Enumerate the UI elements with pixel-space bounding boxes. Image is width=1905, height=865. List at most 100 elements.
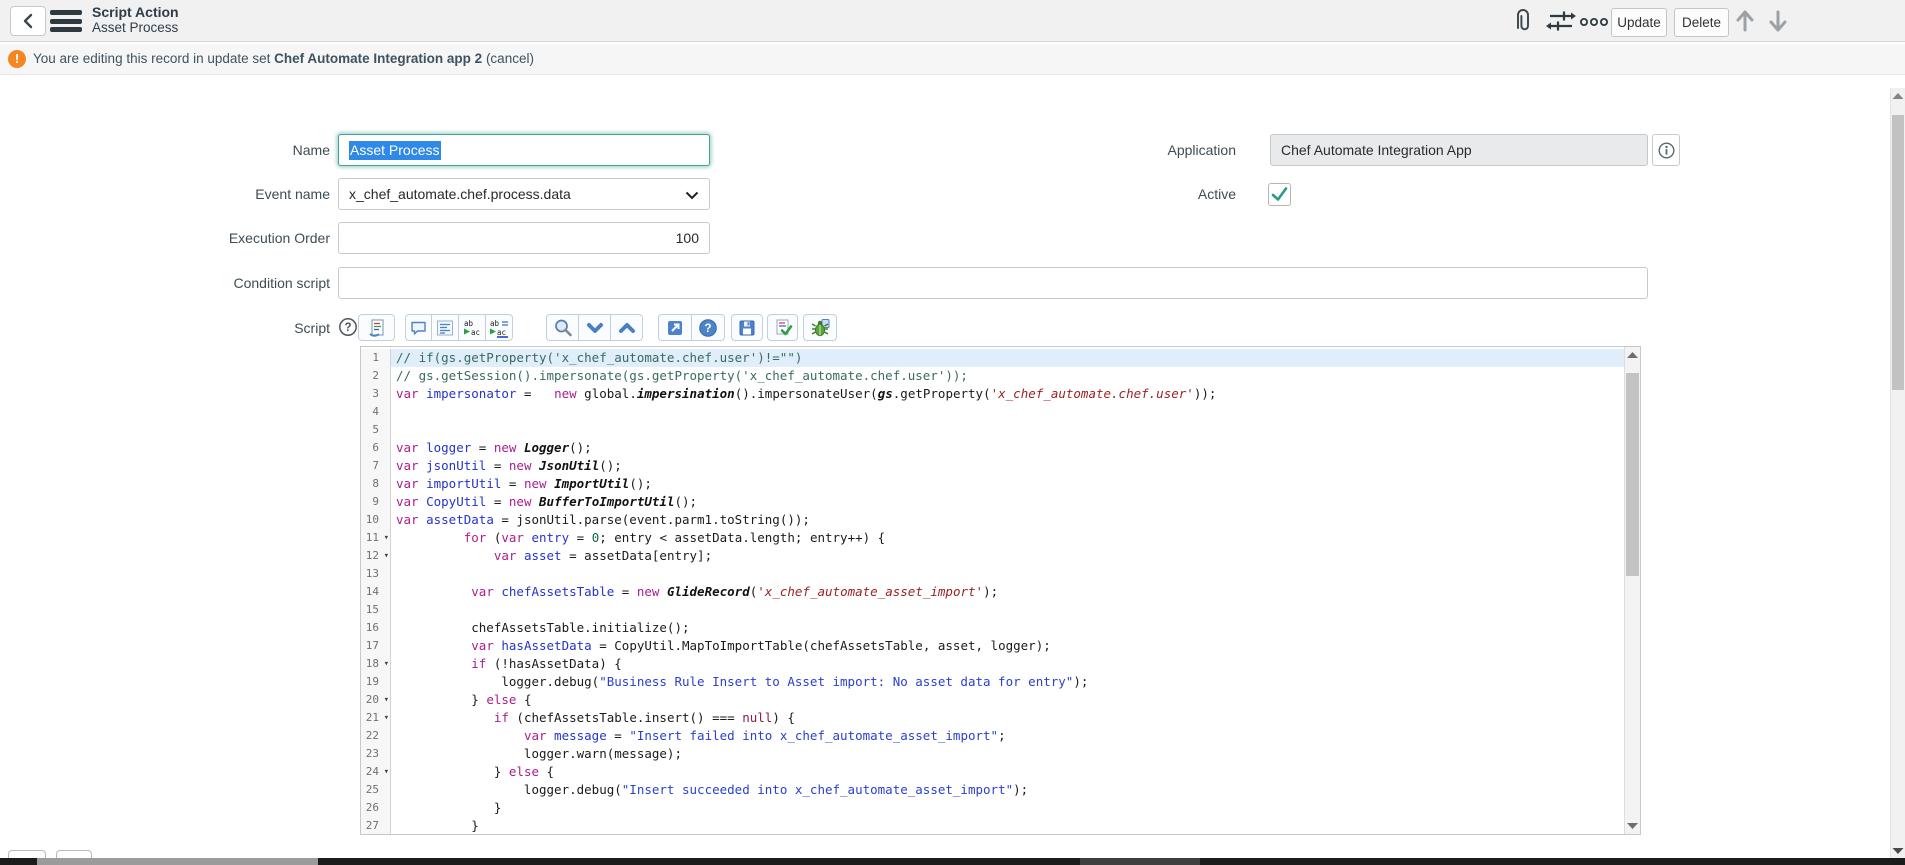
name-input[interactable]: Asset Process	[338, 134, 710, 166]
svg-text:?: ?	[704, 323, 711, 335]
code-text[interactable]: var assetData = jsonUtil.parse(event.par…	[391, 511, 1640, 529]
code-text[interactable]: chefAssetsTable.initialize();	[391, 619, 1640, 637]
fold-arrow-icon[interactable]: ▾	[384, 709, 389, 727]
replace-icon: ab ac	[462, 318, 482, 338]
code-line: 26 }	[361, 799, 1640, 817]
page-scrollbar-thumb[interactable]	[1892, 115, 1904, 390]
editor-help-button[interactable]: ?	[692, 314, 725, 341]
editor-scrollbar[interactable]	[1624, 347, 1640, 834]
bottom-scrollbar[interactable]	[0, 858, 1905, 865]
condition-script-input[interactable]	[338, 267, 1648, 299]
line-number: 3	[361, 385, 391, 403]
replace-button[interactable]: ab ac	[459, 314, 486, 341]
code-text[interactable]: if (chefAssetsTable.insert() === null) {	[391, 709, 1640, 727]
save-button[interactable]	[731, 314, 763, 341]
next-record-button[interactable]	[1768, 8, 1788, 34]
event-name-label: Event name	[100, 186, 330, 203]
replace-all-button[interactable]: ab ac	[486, 314, 513, 341]
event-name-select[interactable]: x_chef_automate.chef.process.data	[338, 178, 710, 210]
scroll-down-icon[interactable]	[1625, 822, 1640, 830]
code-text[interactable]: if (!hasAssetData) {	[391, 655, 1640, 673]
application-info-button[interactable]	[1652, 134, 1680, 166]
svg-text:?: ?	[344, 322, 351, 334]
fullscreen-button[interactable]	[658, 314, 692, 341]
line-number: 8	[361, 475, 391, 493]
line-number: 12▾	[361, 547, 391, 565]
code-text[interactable]: // if(gs.getProperty('x_chef_automate.ch…	[391, 349, 1640, 367]
fold-arrow-icon[interactable]: ▾	[384, 691, 389, 709]
code-text[interactable]: for (var entry = 0; entry < assetData.le…	[391, 529, 1640, 547]
find-previous-button[interactable]	[611, 314, 643, 341]
header-bar: Script Action Asset Process Update Delet…	[0, 0, 1905, 42]
bottom-scrollbar-thumb[interactable]	[37, 858, 318, 865]
page-scrollbar[interactable]	[1890, 88, 1905, 858]
notice-text: You are editing this record in update se…	[33, 44, 534, 74]
cancel-link[interactable]: (cancel)	[482, 51, 534, 66]
code-line: 25 logger.debug("Insert succeeded into x…	[361, 781, 1640, 799]
syntax-check-button[interactable]	[767, 314, 798, 341]
line-number: 22	[361, 727, 391, 745]
search-button[interactable]	[546, 314, 579, 341]
code-text[interactable]: } else {	[391, 763, 1640, 781]
code-text[interactable]	[391, 601, 1640, 619]
toggle-comment-button[interactable]	[405, 314, 432, 341]
code-text[interactable]: }	[391, 799, 1640, 817]
menu-icon[interactable]	[50, 10, 82, 32]
help-icon[interactable]: ?	[338, 317, 358, 337]
active-checkbox[interactable]	[1268, 183, 1291, 206]
back-button[interactable]	[10, 6, 46, 36]
code-text[interactable]: var CopyUtil = new BufferToImportUtil();	[391, 493, 1640, 511]
script-code-editor[interactable]: 1// if(gs.getProperty('x_chef_automate.c…	[360, 346, 1641, 835]
personalize-form-icon[interactable]	[1546, 9, 1576, 33]
syntax-check-icon	[773, 318, 793, 338]
code-text[interactable]: var importUtil = new ImportUtil();	[391, 475, 1640, 493]
code-text[interactable]	[391, 403, 1640, 421]
format-code-button[interactable]	[432, 314, 459, 341]
update-button[interactable]: Update	[1611, 8, 1667, 37]
code-text[interactable]: var asset = assetData[entry];	[391, 547, 1640, 565]
code-text[interactable]: var jsonUtil = new JsonUtil();	[391, 457, 1640, 475]
svg-text:ac: ac	[497, 328, 506, 337]
script-debugger-button[interactable]	[803, 314, 837, 341]
code-text[interactable]: var hasAssetData = CopyUtil.MapToImportT…	[391, 637, 1640, 655]
code-text[interactable]: logger.debug("Business Rule Insert to As…	[391, 673, 1640, 691]
previous-record-button[interactable]	[1735, 8, 1755, 34]
scroll-up-icon[interactable]	[1625, 351, 1640, 359]
code-text[interactable]	[391, 565, 1640, 583]
code-text[interactable]: logger.warn(message);	[391, 745, 1640, 763]
code-text[interactable]: var chefAssetsTable = new GlideRecord('x…	[391, 583, 1640, 601]
code-text[interactable]: }	[391, 817, 1640, 835]
code-line: 6var logger = new Logger();	[361, 439, 1640, 457]
editor-scrollbar-thumb[interactable]	[1626, 373, 1639, 576]
code-text[interactable]: var message = "Insert failed into x_chef…	[391, 727, 1640, 745]
application-field: Chef Automate Integration App	[1270, 134, 1648, 166]
code-lines: 1// if(gs.getProperty('x_chef_automate.c…	[361, 349, 1640, 835]
attachment-icon[interactable]	[1510, 6, 1536, 36]
code-text[interactable]: var logger = new Logger();	[391, 439, 1640, 457]
format-lines-icon	[435, 319, 455, 337]
line-number: 23	[361, 745, 391, 763]
line-number: 1	[361, 349, 391, 367]
code-line: 15	[361, 601, 1640, 619]
page-subtitle: Asset Process	[92, 20, 179, 36]
code-text[interactable]: // gs.getSession().impersonate(gs.getPro…	[391, 367, 1640, 385]
line-number: 9	[361, 493, 391, 511]
fold-arrow-icon[interactable]: ▾	[384, 763, 389, 781]
code-text[interactable]: logger.debug("Insert succeeded into x_ch…	[391, 781, 1640, 799]
more-options-icon[interactable]	[1578, 16, 1610, 28]
code-line: 24▾ } else {	[361, 763, 1640, 781]
fold-arrow-icon[interactable]: ▾	[384, 655, 389, 673]
delete-button[interactable]: Delete	[1674, 8, 1729, 37]
syntax-highlight-button[interactable]	[358, 314, 395, 341]
code-text[interactable]: var impersonator = new global.impersinat…	[391, 385, 1640, 403]
find-next-button[interactable]	[579, 314, 611, 341]
page-scroll-up-icon[interactable]	[1891, 92, 1905, 100]
execution-order-input[interactable]: 100	[338, 222, 710, 254]
fold-arrow-icon[interactable]: ▾	[384, 547, 389, 565]
code-text[interactable]: } else {	[391, 691, 1640, 709]
line-number: 26	[361, 799, 391, 817]
fold-arrow-icon[interactable]: ▾	[384, 529, 389, 547]
code-text[interactable]	[391, 421, 1640, 439]
page-scroll-down-icon[interactable]	[1891, 847, 1905, 855]
code-line: 11▾ for (var entry = 0; entry < assetDat…	[361, 529, 1640, 547]
